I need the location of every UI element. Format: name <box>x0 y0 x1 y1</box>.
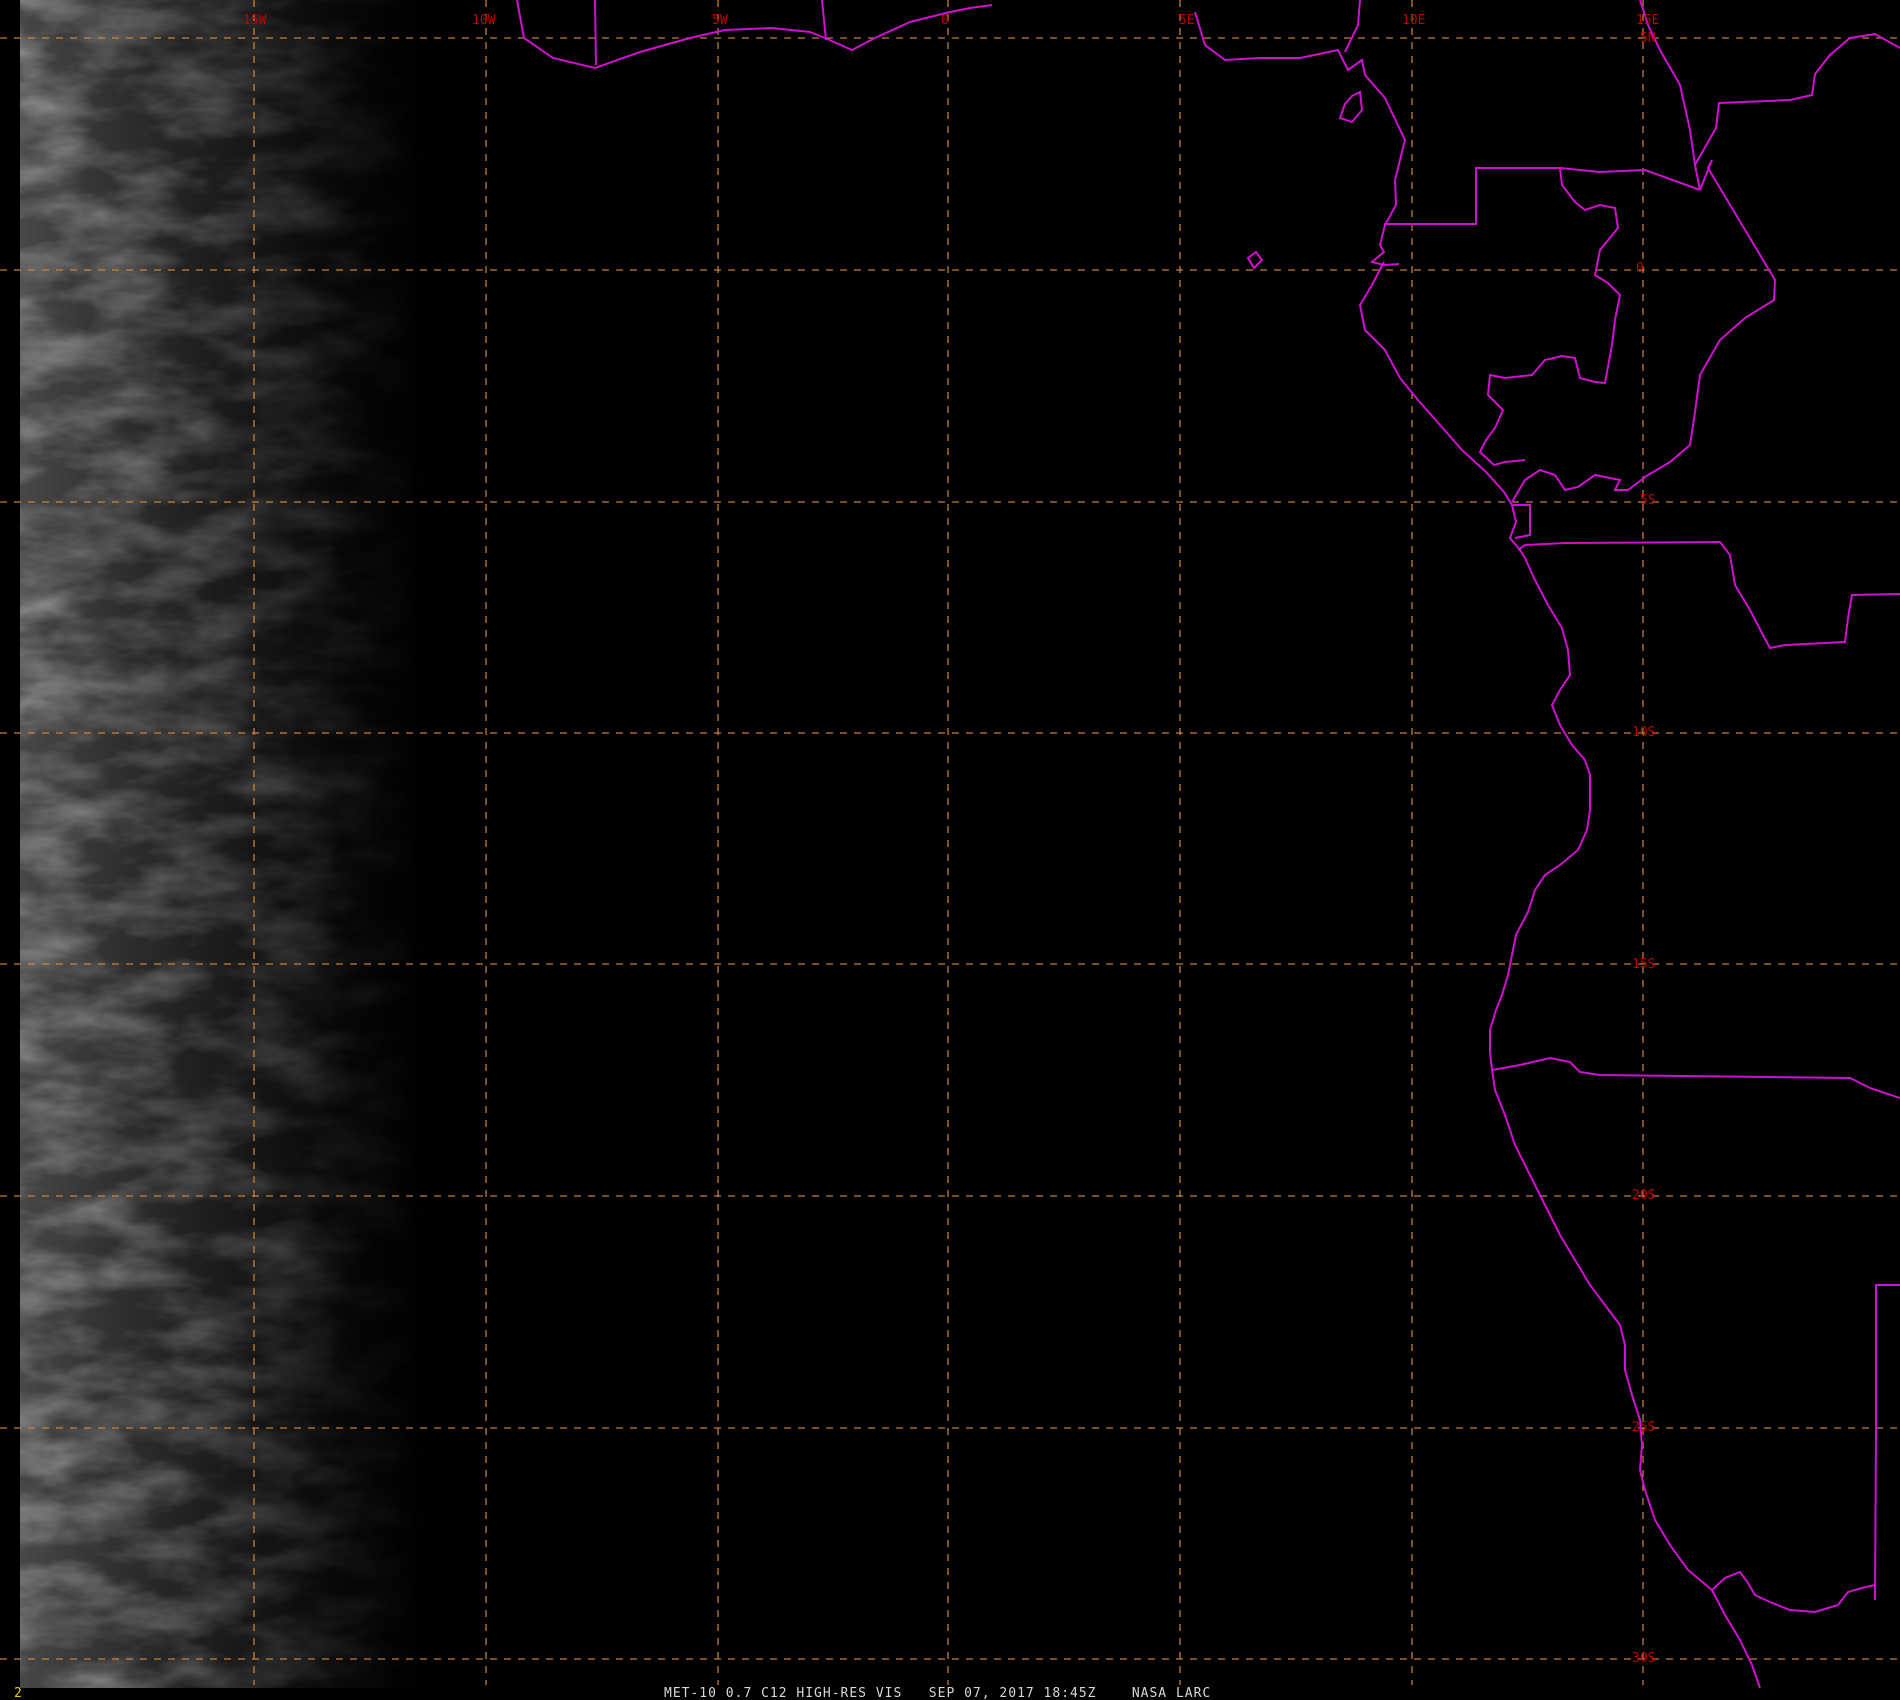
niger-delta-border <box>1344 0 1361 53</box>
latitude-labels: 5N 0 5S 10S 15S 20S 25S 30S <box>1632 31 1656 1666</box>
image-caption: MET-10 0.7 C12 HIGH-RES VIS SEP 07, 2017… <box>664 1686 1211 1700</box>
lat-label-30s: 30S <box>1632 1651 1655 1666</box>
central-coast <box>1358 261 1526 559</box>
lon-label-0: 0 <box>941 13 949 28</box>
namibia-coastline <box>1491 1069 1713 1591</box>
lon-label-5w: 5W <box>712 13 728 28</box>
gabon-congo-border <box>1478 167 1622 467</box>
west-africa-coastline <box>516 0 993 70</box>
angola-namibia-border <box>1491 1056 1900 1099</box>
sao-tome-island <box>1246 250 1264 270</box>
nigeria-coastline <box>1194 11 1407 267</box>
lon-label-15e: 15E <box>1636 13 1659 28</box>
lon-label-15w: 15W <box>243 13 267 28</box>
space-edge <box>0 0 20 1700</box>
lat-label-15s: 15S <box>1632 957 1655 972</box>
coastline-boundaries <box>516 0 1900 1689</box>
namibia-botswana-border <box>1874 1285 1877 1601</box>
west-africa-border <box>594 0 597 66</box>
lon-label-10e: 10E <box>1402 13 1425 28</box>
lon-label-10w: 10W <box>472 13 496 28</box>
lat-label-5s: 5S <box>1640 493 1656 508</box>
cameroon-gabon-border <box>1384 167 1701 225</box>
cameroon-car-border <box>1693 32 1900 191</box>
lon-label-5e: 5E <box>1179 13 1195 28</box>
cabinda <box>1512 504 1531 539</box>
bioko-island <box>1338 90 1364 124</box>
lat-label-0: 0 <box>1636 261 1644 276</box>
frame-number: 2 <box>14 1686 22 1700</box>
cloud-texture <box>0 0 420 1688</box>
lat-label-5n: 5N <box>1640 31 1656 46</box>
satellite-map: 15W 10W 5W 0 5E 10E 15E 5N 0 5S 10S 15S … <box>0 0 1900 1700</box>
orange-river-border <box>1711 1570 1876 1614</box>
lat-label-10s: 10S <box>1632 725 1655 740</box>
lat-label-25s: 25S <box>1632 1420 1655 1435</box>
west-africa-border-2 <box>821 0 827 41</box>
lat-label-20s: 20S <box>1632 1188 1655 1203</box>
angola-coastline <box>1489 557 1591 1071</box>
south-africa-coastline <box>1711 1589 1761 1689</box>
congo-river-mouth <box>1517 540 1900 650</box>
